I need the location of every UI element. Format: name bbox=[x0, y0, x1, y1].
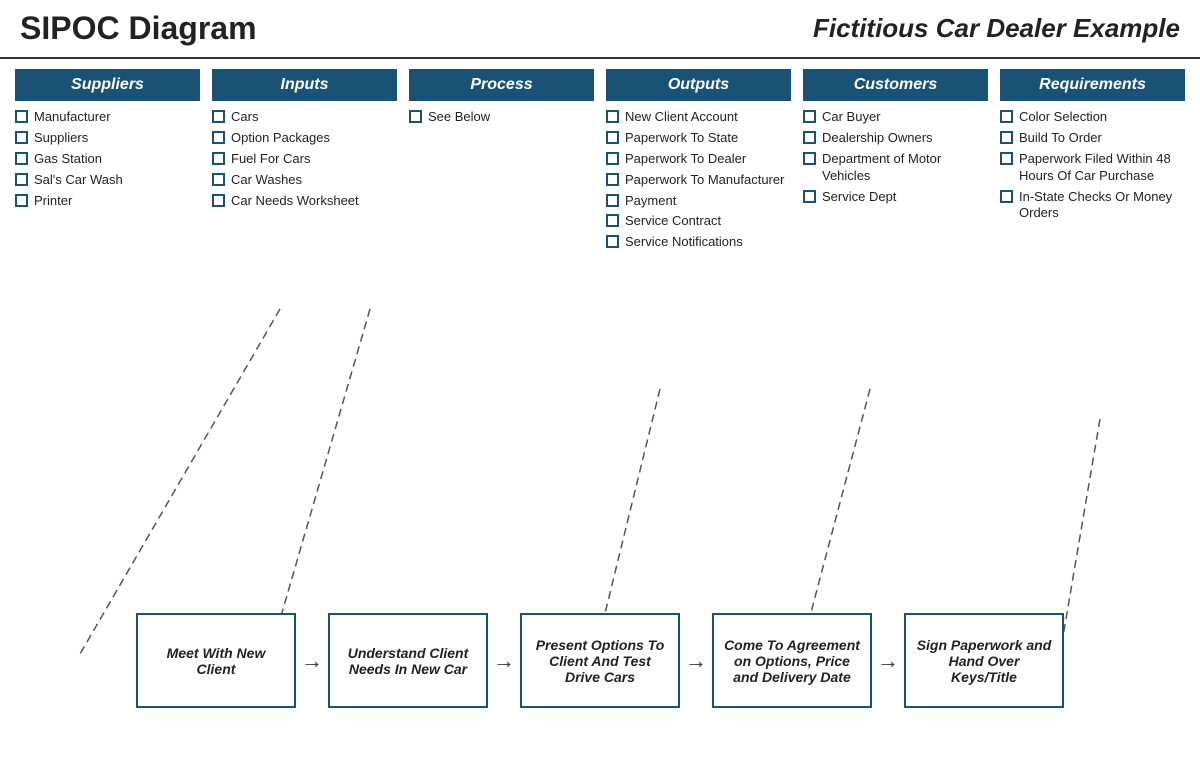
col-header-suppliers: Suppliers bbox=[15, 69, 200, 101]
process-box-1: Meet With New Client bbox=[136, 613, 296, 708]
list-item: Dealership Owners bbox=[803, 130, 988, 147]
list-item: Fuel For Cars bbox=[212, 151, 397, 168]
column-headers: Suppliers Inputs Process Outputs Custome… bbox=[15, 69, 1185, 101]
checkbox-icon bbox=[15, 173, 28, 186]
process-list: See Below bbox=[409, 109, 594, 255]
checkbox-icon bbox=[15, 110, 28, 123]
requirements-list: Color Selection Build To Order Paperwork… bbox=[1000, 109, 1185, 255]
checkbox-icon bbox=[212, 110, 225, 123]
checkbox-icon bbox=[606, 235, 619, 248]
lists-row: Manufacturer Suppliers Gas Station Sal's… bbox=[15, 109, 1185, 255]
checkbox-icon bbox=[212, 152, 225, 165]
col-header-process: Process bbox=[409, 69, 594, 101]
list-item: Option Packages bbox=[212, 130, 397, 147]
checkbox-icon bbox=[606, 214, 619, 227]
list-item: Color Selection bbox=[1000, 109, 1185, 126]
checkbox-icon bbox=[606, 173, 619, 186]
process-boxes-row: Meet With New Client → Understand Client… bbox=[15, 613, 1185, 708]
header: SIPOC Diagram Fictitious Car Dealer Exam… bbox=[0, 0, 1200, 59]
list-item: Paperwork To State bbox=[606, 130, 791, 147]
list-item: Cars bbox=[212, 109, 397, 126]
customers-list: Car Buyer Dealership Owners Department o… bbox=[803, 109, 988, 255]
checkbox-icon bbox=[803, 110, 816, 123]
list-item: Car Buyer bbox=[803, 109, 988, 126]
col-header-customers: Customers bbox=[803, 69, 988, 101]
list-item: Payment bbox=[606, 193, 791, 210]
checkbox-icon bbox=[1000, 110, 1013, 123]
checkbox-icon bbox=[1000, 190, 1013, 203]
list-item: Service Notifications bbox=[606, 234, 791, 251]
arrow-3: → bbox=[685, 648, 707, 674]
checkbox-icon bbox=[212, 173, 225, 186]
checkbox-icon bbox=[409, 110, 422, 123]
checkbox-icon bbox=[212, 194, 225, 207]
list-item: Car Needs Worksheet bbox=[212, 193, 397, 210]
list-item: Car Washes bbox=[212, 172, 397, 189]
outputs-list: New Client Account Paperwork To State Pa… bbox=[606, 109, 791, 255]
checkbox-icon bbox=[15, 152, 28, 165]
main-content: Suppliers Inputs Process Outputs Custome… bbox=[0, 59, 1200, 260]
list-item: Service Contract bbox=[606, 213, 791, 230]
checkbox-icon bbox=[803, 131, 816, 144]
process-box-2: Understand Client Needs In New Car bbox=[328, 613, 488, 708]
list-item: See Below bbox=[409, 109, 594, 126]
process-box-5: Sign Paperwork and Hand Over Keys/Title bbox=[904, 613, 1064, 708]
list-item: Paperwork To Dealer bbox=[606, 151, 791, 168]
checkbox-icon bbox=[212, 131, 225, 144]
list-item: Sal's Car Wash bbox=[15, 172, 200, 189]
checkbox-icon bbox=[606, 131, 619, 144]
checkbox-icon bbox=[1000, 152, 1013, 165]
col-header-requirements: Requirements bbox=[1000, 69, 1185, 101]
list-item: Printer bbox=[15, 193, 200, 210]
checkbox-icon bbox=[15, 194, 28, 207]
checkbox-icon bbox=[606, 194, 619, 207]
list-item: Gas Station bbox=[15, 151, 200, 168]
list-item: Suppliers bbox=[15, 130, 200, 147]
checkbox-icon bbox=[606, 152, 619, 165]
list-item: Manufacturer bbox=[15, 109, 200, 126]
list-item: New Client Account bbox=[606, 109, 791, 126]
page-subtitle: Fictitious Car Dealer Example bbox=[813, 13, 1180, 44]
page-title: SIPOC Diagram bbox=[20, 10, 257, 47]
list-item: Department of Motor Vehicles bbox=[803, 151, 988, 185]
list-item: Build To Order bbox=[1000, 130, 1185, 147]
process-box-4: Come To Agreement on Options, Price and … bbox=[712, 613, 872, 708]
process-box-3: Present Options To Client And Test Drive… bbox=[520, 613, 680, 708]
checkbox-icon bbox=[1000, 131, 1013, 144]
list-item: Paperwork To Manufacturer bbox=[606, 172, 791, 189]
col-header-inputs: Inputs bbox=[212, 69, 397, 101]
arrow-4: → bbox=[877, 648, 899, 674]
suppliers-list: Manufacturer Suppliers Gas Station Sal's… bbox=[15, 109, 200, 255]
arrow-2: → bbox=[493, 648, 515, 674]
inputs-list: Cars Option Packages Fuel For Cars Car W… bbox=[212, 109, 397, 255]
arrow-1: → bbox=[301, 648, 323, 674]
list-item: Paperwork Filed Within 48 Hours Of Car P… bbox=[1000, 151, 1185, 185]
list-item: In-State Checks Or Money Orders bbox=[1000, 189, 1185, 223]
list-item: Service Dept bbox=[803, 189, 988, 206]
checkbox-icon bbox=[803, 190, 816, 203]
col-header-outputs: Outputs bbox=[606, 69, 791, 101]
checkbox-icon bbox=[606, 110, 619, 123]
checkbox-icon bbox=[803, 152, 816, 165]
checkbox-icon bbox=[15, 131, 28, 144]
